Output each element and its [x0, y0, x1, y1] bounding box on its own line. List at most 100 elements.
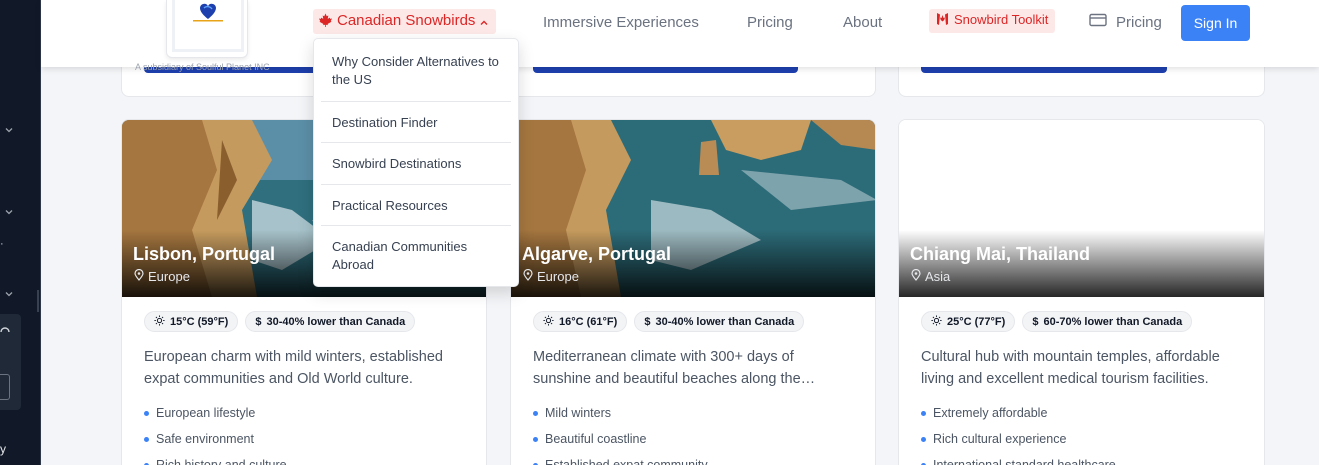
destination-card[interactable]: Chiang Mai, Thailand Asia 25°C (77°F) $ …: [898, 119, 1265, 465]
pricing-label: Pricing: [1116, 13, 1162, 31]
card-title: Algarve, Portugal: [522, 244, 672, 264]
cost-value: 30-40% lower than Canada: [655, 315, 795, 328]
bullet-icon: [144, 437, 149, 442]
sidebar-partial-text: y: [0, 442, 6, 456]
region-label: Europe: [537, 269, 579, 284]
card-badges: 15°C (59°F) $ 30-40% lower than Canada: [144, 311, 416, 332]
map-pin-icon: [523, 268, 533, 284]
feature-list: Extremely affordable Rich cultural exper…: [921, 405, 1116, 465]
dropdown-item-destination-finder[interactable]: Destination Finder: [321, 102, 511, 143]
dropdown-item-alternatives[interactable]: Why Consider Alternatives to the US: [321, 39, 511, 102]
cost-badge: $ 30-40% lower than Canada: [245, 311, 416, 332]
region-label: Europe: [148, 269, 190, 284]
chevron-down-icon[interactable]: [4, 125, 14, 135]
feature-text: Rich cultural experience: [933, 432, 1067, 446]
top-navbar: A subsidiary of Soulful Planet INC Canad…: [41, 0, 1319, 72]
feature-text: Safe environment: [156, 432, 254, 446]
feature-text: International standard healthcare: [933, 458, 1116, 465]
map-pin-icon: [911, 268, 921, 284]
chevron-up-icon: [479, 15, 489, 32]
sidebar-glyph: ·: [0, 238, 4, 250]
region-label: Asia: [925, 269, 951, 284]
chevron-down-icon[interactable]: [4, 289, 14, 299]
nav-immersive-experiences[interactable]: Immersive Experiences: [543, 13, 699, 37]
canadian-snowbirds-dropdown: Why Consider Alternatives to the US Dest…: [313, 38, 519, 287]
dropdown-item-snowbird-destinations[interactable]: Snowbird Destinations: [321, 143, 511, 185]
card-description: Mediterranean climate with 300+ days of …: [533, 349, 816, 387]
logo-image: [172, 0, 244, 52]
sun-icon: [543, 314, 554, 329]
list-item: European lifestyle: [144, 405, 287, 431]
dollar-icon: $: [644, 315, 651, 328]
maple-leaf-icon: [318, 12, 333, 32]
card-title: Chiang Mai, Thailand: [910, 244, 1091, 264]
temperature-badge: 25°C (77°F): [921, 311, 1016, 332]
left-sidebar: · y: [0, 0, 41, 465]
list-item: Rich history and culture: [144, 457, 287, 465]
card-region: Asia: [911, 268, 951, 284]
main-content: A subsidiary of Soulful Planet INC Canad…: [41, 0, 1319, 465]
credit-card-icon: [1089, 13, 1107, 31]
logo[interactable]: [166, 0, 248, 58]
list-item: Mild winters: [533, 405, 708, 431]
bullet-icon: [921, 437, 926, 442]
card-description: Cultural hub with mountain temples, affo…: [921, 349, 1220, 387]
list-item: Beautiful coastline: [533, 431, 708, 457]
card-region: Europe: [523, 268, 579, 284]
nav-label: Canadian Snowbirds: [337, 12, 476, 29]
bullet-icon: [144, 411, 149, 416]
feature-text: Extremely affordable: [933, 406, 1048, 420]
feature-text: Mild winters: [545, 406, 611, 420]
card-title: Lisbon, Portugal: [133, 244, 275, 264]
dropdown-item-practical-resources[interactable]: Practical Resources: [321, 185, 511, 226]
nav-pricing[interactable]: Pricing: [747, 13, 793, 37]
dollar-icon: $: [1032, 315, 1039, 328]
sun-icon: [154, 314, 165, 329]
nav-pricing-card[interactable]: Pricing: [1089, 13, 1162, 31]
bullet-icon: [533, 437, 538, 442]
sidebar-icon[interactable]: [0, 326, 10, 339]
list-item: International standard healthcare: [921, 457, 1116, 465]
list-item: Safe environment: [144, 431, 287, 457]
dropdown-item-canadian-communities[interactable]: Canadian Communities Abroad: [321, 226, 511, 286]
sun-icon: [931, 314, 942, 329]
sidebar-input[interactable]: [0, 374, 10, 400]
list-item: Rich cultural experience: [921, 431, 1116, 457]
card-region: Europe: [134, 268, 190, 284]
dollar-icon: $: [255, 315, 262, 328]
card-badges: 16°C (61°F) $ 30-40% lower than Canada: [533, 311, 805, 332]
map-pin-icon: [134, 268, 144, 284]
bullet-icon: [533, 411, 538, 416]
feature-text: Rich history and culture: [156, 458, 287, 465]
feature-text: European lifestyle: [156, 406, 256, 420]
destination-image: [899, 120, 1264, 297]
chevron-down-icon[interactable]: [4, 207, 14, 217]
temperature-badge: 15°C (59°F): [144, 311, 239, 332]
cost-badge: $ 30-40% lower than Canada: [634, 311, 805, 332]
feature-list: European lifestyle Safe environment Rich…: [144, 405, 287, 465]
card-description: European charm with mild winters, establ…: [144, 349, 443, 387]
feature-text: Established expat community: [545, 458, 708, 465]
cost-value: 30-40% lower than Canada: [266, 315, 406, 328]
list-item: Extremely affordable: [921, 405, 1116, 431]
temperature-value: 25°C (77°F): [947, 315, 1006, 328]
list-item: Established expat community: [533, 457, 708, 465]
cost-badge: $ 60-70% lower than Canada: [1022, 311, 1193, 332]
logo-subtitle: A subsidiary of Soulful Planet INC: [135, 62, 270, 72]
nav-canadian-snowbirds[interactable]: Canadian Snowbirds: [313, 9, 497, 34]
temperature-badge: 16°C (61°F): [533, 311, 628, 332]
sign-in-button[interactable]: Sign In: [1181, 5, 1250, 41]
bullet-icon: [921, 411, 926, 416]
temperature-value: 16°C (61°F): [559, 315, 618, 328]
cost-value: 60-70% lower than Canada: [1043, 315, 1183, 328]
feature-text: Beautiful coastline: [545, 432, 647, 446]
canada-flag-icon: [936, 12, 949, 33]
card-badges: 25°C (77°F) $ 60-70% lower than Canada: [921, 311, 1193, 332]
toolkit-label: Snowbird Toolkit: [954, 12, 1049, 27]
nav-snowbird-toolkit[interactable]: Snowbird Toolkit: [929, 9, 1056, 33]
temperature-value: 15°C (59°F): [170, 315, 229, 328]
destination-card[interactable]: Algarve, Portugal Europe 16°C (61°F) $ 3…: [510, 119, 876, 465]
feature-list: Mild winters Beautiful coastline Establi…: [533, 405, 708, 465]
nav-about[interactable]: About: [843, 13, 882, 37]
sidebar-divider: [37, 290, 39, 312]
